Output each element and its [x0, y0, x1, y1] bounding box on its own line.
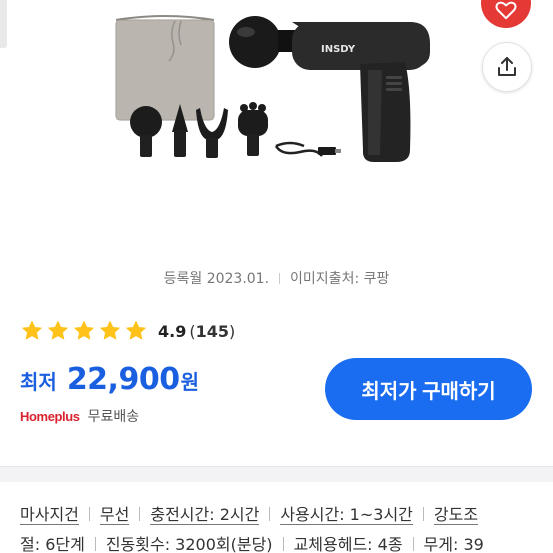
- spec-item[interactable]: 무선: [99, 505, 130, 525]
- star-rating: [20, 319, 148, 343]
- spec-wireless: 무선: [99, 505, 130, 525]
- spec-separator: [94, 537, 96, 551]
- review-count-close: ): [229, 321, 236, 341]
- registered-date: 등록월 2023.01.: [163, 271, 270, 287]
- svg-text:INSDY: INSDY: [321, 44, 356, 55]
- spec-vibration: 진동횟수: 3200회(분당): [105, 535, 273, 553]
- spec-weight: 무게: 39: [423, 535, 484, 553]
- star-icon: [73, 320, 95, 340]
- spec-item[interactable]: 마사지건: [20, 505, 79, 525]
- review-count-number: 145: [195, 321, 229, 341]
- rating-row[interactable]: 4.9 (145): [20, 316, 235, 346]
- price-label: 최저: [20, 370, 57, 394]
- attachment-spiked-image: [238, 102, 268, 156]
- spec-item[interactable]: 교체용헤드: 4종: [293, 535, 403, 553]
- gun-head-image: [229, 16, 296, 68]
- spec-item[interactable]: 무게: 39: [423, 535, 484, 553]
- spec-separator: [412, 537, 414, 551]
- charging-cable-image: [274, 141, 341, 157]
- attachment-ball-image: [130, 106, 162, 157]
- spec-item[interactable]: 사용시간: 1~3시간: [280, 505, 413, 525]
- price-value: 22,900: [66, 362, 180, 397]
- spec-item[interactable]: 절: 6단계: [20, 535, 85, 553]
- product-specs: 마사지건 무선 충전시간: 2시간 사용시간: 1~3시간 강도조 절: 6단계 진동횟수…: [20, 500, 548, 553]
- spec-separator: [88, 507, 90, 521]
- price-row: 최저 22,900 원: [20, 362, 199, 397]
- product-image[interactable]: INSDY: [0, 0, 553, 255]
- spec-item[interactable]: 충전시간: 2시간: [150, 505, 260, 525]
- spec-intensity-end: 절: 6단계: [20, 535, 85, 553]
- spec-use-time: 사용시간: 1~3시간: [280, 505, 413, 525]
- spec-item[interactable]: 진동횟수: 3200회(분당): [105, 535, 273, 553]
- spec-separator: [269, 507, 271, 521]
- review-count[interactable]: (145): [189, 322, 235, 341]
- share-button[interactable]: [482, 42, 532, 92]
- meta-separator: [279, 273, 281, 284]
- massage-gun-body-image: INSDY: [292, 22, 430, 162]
- star-icon: [47, 320, 69, 340]
- left-edge-shadow: [0, 0, 7, 48]
- image-source: 이미지출처: 쿠팡: [290, 271, 390, 287]
- buy-lowest-price-button[interactable]: 최저가 구매하기: [325, 358, 532, 420]
- spec-category: 마사지건: [20, 505, 79, 525]
- spec-heads: 교체용헤드: 4종: [293, 535, 403, 553]
- spec-separator: [139, 507, 141, 521]
- spec-intensity-start: 강도조: [433, 505, 479, 525]
- spec-line-1: 마사지건 무선 충전시간: 2시간 사용시간: 1~3시간 강도조: [20, 500, 548, 530]
- star-icon: [21, 320, 43, 340]
- star-icon: [99, 320, 121, 340]
- product-meta: 등록월 2023.01. 이미지출처: 쿠팡: [0, 268, 553, 288]
- spec-charge-time: 충전시간: 2시간: [150, 505, 260, 525]
- homeplus-logo: Homeplus: [20, 408, 80, 424]
- price-unit: 원: [180, 370, 199, 394]
- spec-line-2: 절: 6단계 진동횟수: 3200회(분당) 교체용헤드: 4종 무게: 39: [20, 530, 548, 553]
- massage-gun-product-illustration: INSDY: [115, 15, 430, 162]
- pouch-image: [115, 15, 215, 121]
- star-icon: [125, 320, 147, 340]
- spec-separator: [422, 507, 424, 521]
- section-divider: [0, 466, 553, 482]
- heart-icon: [495, 1, 517, 20]
- free-shipping-label: 무료배송: [87, 409, 140, 425]
- rating-value: 4.9: [158, 321, 187, 341]
- shop-row: Homeplus 무료배송: [20, 406, 139, 426]
- spec-item[interactable]: 강도조: [433, 505, 479, 525]
- spec-separator: [282, 537, 284, 551]
- share-icon: [498, 57, 516, 76]
